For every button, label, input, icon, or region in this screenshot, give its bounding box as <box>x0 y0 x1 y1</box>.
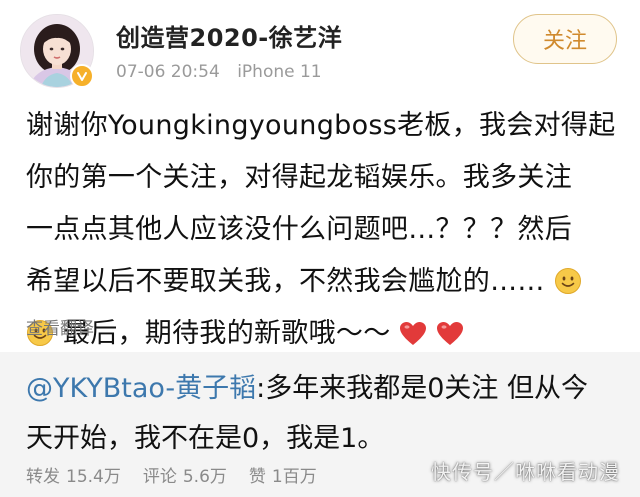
repost-text: @YKYBtao-黄子韬:多年来我都是0关注 但从今 天开始，我不在是0，我是1… <box>26 364 622 464</box>
mention-link[interactable]: @YKYBtao-黄子韬 <box>26 373 256 404</box>
comment-count-button[interactable]: 评论 5.6万 <box>143 462 227 487</box>
repost-label: 转发 <box>26 467 60 487</box>
repost-stats: 转发 15.4万 评论 5.6万 赞 1百万 <box>26 462 317 487</box>
repost-count: 15.4万 <box>66 467 121 487</box>
post-time: 07-06 20:54 <box>116 62 220 82</box>
smile-emoji-icon <box>554 261 582 313</box>
post-line: 谢谢你Youngkingyoungboss老板，我会对得起 <box>26 110 616 141</box>
avatar-container[interactable] <box>20 14 94 88</box>
like-count-button[interactable]: 赞 1百万 <box>249 462 317 487</box>
post-meta: 07-06 20:54 iPhone 11 <box>116 62 322 82</box>
post-line: 一点点其他人应该没什么问题吧…？？？然后 <box>26 214 572 245</box>
post-text: 谢谢你Youngkingyoungboss老板，我会对得起 你的第一个关注，对得… <box>26 100 618 360</box>
repost-line-1: @YKYBtao-黄子韬:多年来我都是0关注 但从今 <box>26 364 622 414</box>
comment-label: 评论 <box>142 467 177 487</box>
repost-line-text: :多年来我都是0关注 但从今 <box>256 373 589 404</box>
weibo-post: 创造营2020-徐艺洋 07-06 20:54 iPhone 11 关注 谢谢你… <box>0 0 640 497</box>
post-header: 创造营2020-徐艺洋 07-06 20:54 iPhone 11 关注 <box>0 0 640 96</box>
like-count: 1百万 <box>271 467 317 487</box>
follow-button[interactable]: 关注 <box>513 14 617 64</box>
post-device: iPhone 11 <box>237 62 322 82</box>
post-line-text: 最后，期待我的新歌哦～～ <box>62 318 391 349</box>
view-translation-link[interactable]: 查看翻译 <box>26 314 94 339</box>
like-label: 赞 <box>248 467 266 487</box>
post-line: 你的第一个关注，对得起龙韬娱乐。我多关注 <box>26 162 572 193</box>
repost-count-button[interactable]: 转发 15.4万 <box>26 462 121 487</box>
post-line-text: 希望以后不要取关我，不然我会尴尬的…… <box>26 266 545 297</box>
watermark-text: 快传号／咻咻看动漫 <box>431 460 620 484</box>
post-line-4: 希望以后不要取关我，不然我会尴尬的…… <box>26 256 618 308</box>
comment-count: 5.6万 <box>182 467 227 487</box>
author-name[interactable]: 创造营2020-徐艺洋 <box>116 18 342 53</box>
verified-badge-icon <box>70 64 94 88</box>
